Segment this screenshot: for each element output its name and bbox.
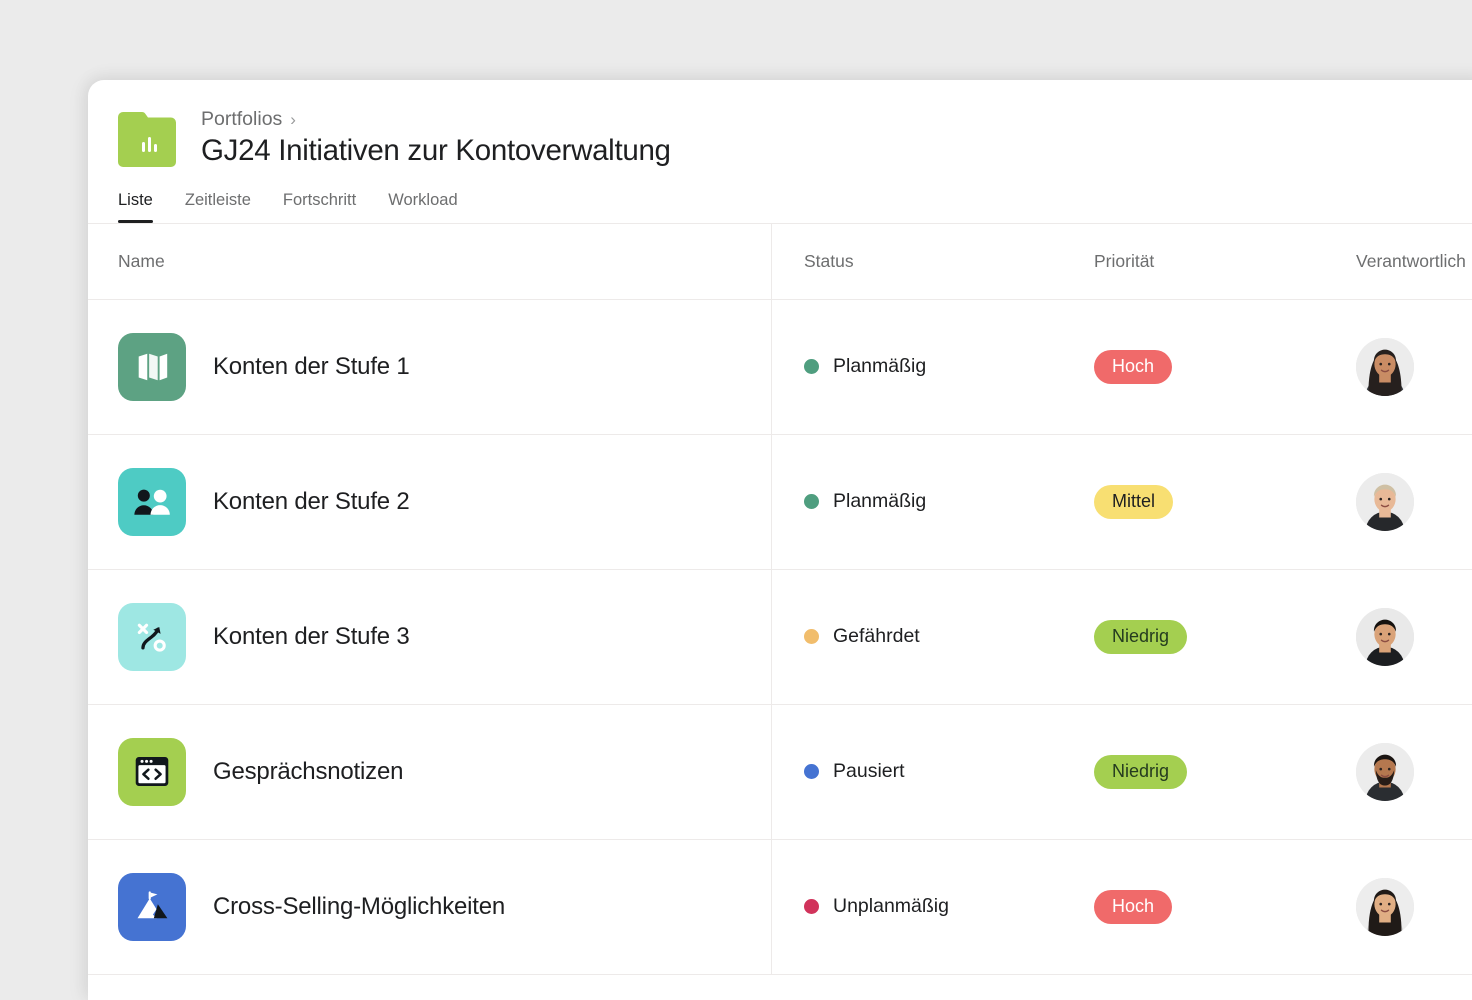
avatar[interactable] bbox=[1356, 878, 1414, 936]
cell-priority[interactable]: Hoch bbox=[1062, 300, 1324, 434]
priority-badge[interactable]: Hoch bbox=[1094, 350, 1172, 384]
status-dot-icon bbox=[804, 764, 819, 779]
column-header-status-cell: Status bbox=[772, 224, 1062, 299]
table-row[interactable]: Cross-Selling-Möglichkeiten Unplanmäßig Ho… bbox=[88, 840, 1472, 975]
column-header-owner[interactable]: Verantwortlich bbox=[1356, 251, 1466, 272]
cell-owner[interactable] bbox=[1324, 705, 1472, 839]
cell-status[interactable]: Planmäßig bbox=[772, 300, 1062, 434]
table-row[interactable]: Konten der Stufe 2 Planmäßig Mittel bbox=[88, 435, 1472, 570]
column-header-priority-cell: Priorität bbox=[1062, 224, 1324, 299]
priority-badge[interactable]: Niedrig bbox=[1094, 755, 1187, 789]
map-board-icon bbox=[118, 333, 186, 401]
status-dot-icon bbox=[804, 629, 819, 644]
view-tabs: Liste Zeitleiste Fortschritt Workload bbox=[118, 191, 1472, 223]
cell-status[interactable]: Pausiert bbox=[772, 705, 1062, 839]
status-label: Pausiert bbox=[833, 760, 905, 783]
portfolio-table: Name Status Priorität Verantwortlich Kon… bbox=[88, 223, 1472, 975]
strategy-playbook-icon bbox=[118, 603, 186, 671]
project-name[interactable]: Cross-Selling-Möglichkeiten bbox=[213, 893, 505, 921]
portfolio-card: Portfolios › GJ24 Initiativen zur Kontov… bbox=[88, 80, 1472, 1000]
cell-owner[interactable] bbox=[1324, 435, 1472, 569]
column-header-name-cell: Name bbox=[88, 224, 772, 299]
table-body: Konten der Stufe 1PlanmäßigHochKonten de… bbox=[88, 300, 1472, 975]
page-header: Portfolios › GJ24 Initiativen zur Kontov… bbox=[88, 80, 1472, 170]
priority-badge[interactable]: Hoch bbox=[1094, 890, 1172, 924]
project-name[interactable]: Konten der Stufe 2 bbox=[213, 488, 410, 516]
cell-name[interactable]: Gesprächsnotizen bbox=[88, 705, 772, 839]
cell-priority[interactable]: Niedrig bbox=[1062, 570, 1324, 704]
goal-mountain-icon bbox=[118, 873, 186, 941]
people-icon bbox=[118, 468, 186, 536]
table-row[interactable]: Konten der Stufe 3 Gefährdet Niedrig bbox=[88, 570, 1472, 705]
cell-name[interactable]: Cross-Selling-Möglichkeiten bbox=[88, 840, 772, 974]
cell-owner[interactable] bbox=[1324, 840, 1472, 974]
folder-chart-icon bbox=[118, 112, 176, 167]
priority-badge[interactable]: Niedrig bbox=[1094, 620, 1187, 654]
avatar[interactable] bbox=[1356, 608, 1414, 666]
project-name[interactable]: Konten der Stufe 1 bbox=[213, 353, 410, 381]
cell-name[interactable]: Konten der Stufe 3 bbox=[88, 570, 772, 704]
tab-liste[interactable]: Liste bbox=[118, 191, 153, 223]
cell-status[interactable]: Gefährdet bbox=[772, 570, 1062, 704]
breadcrumb: Portfolios › bbox=[201, 108, 671, 131]
tab-workload[interactable]: Workload bbox=[388, 191, 457, 223]
tab-fortschritt[interactable]: Fortschritt bbox=[283, 191, 356, 223]
table-row[interactable]: Gesprächsnotizen Pausiert Niedrig bbox=[88, 705, 1472, 840]
status-label: Planmäßig bbox=[833, 490, 926, 513]
chevron-right-icon: › bbox=[290, 110, 296, 130]
code-window-icon bbox=[118, 738, 186, 806]
tab-zeitleiste[interactable]: Zeitleiste bbox=[185, 191, 251, 223]
cell-priority[interactable]: Mittel bbox=[1062, 435, 1324, 569]
status-label: Unplanmäßig bbox=[833, 895, 949, 918]
cell-owner[interactable] bbox=[1324, 300, 1472, 434]
avatar[interactable] bbox=[1356, 338, 1414, 396]
status-label: Gefährdet bbox=[833, 625, 920, 648]
priority-badge[interactable]: Mittel bbox=[1094, 485, 1173, 519]
cell-name[interactable]: Konten der Stufe 1 bbox=[88, 300, 772, 434]
status-dot-icon bbox=[804, 899, 819, 914]
cell-priority[interactable]: Hoch bbox=[1062, 840, 1324, 974]
column-header-status[interactable]: Status bbox=[804, 251, 854, 272]
cell-owner[interactable] bbox=[1324, 570, 1472, 704]
column-header-owner-cell: Verantwortlich bbox=[1324, 224, 1472, 299]
status-dot-icon bbox=[804, 359, 819, 374]
avatar[interactable] bbox=[1356, 743, 1414, 801]
column-header-name[interactable]: Name bbox=[118, 251, 165, 272]
breadcrumb-portfolios-link[interactable]: Portfolios bbox=[201, 108, 282, 131]
cell-status[interactable]: Unplanmäßig bbox=[772, 840, 1062, 974]
project-name[interactable]: Gesprächsnotizen bbox=[213, 758, 403, 786]
cell-name[interactable]: Konten der Stufe 2 bbox=[88, 435, 772, 569]
status-dot-icon bbox=[804, 494, 819, 509]
project-name[interactable]: Konten der Stufe 3 bbox=[213, 623, 410, 651]
avatar[interactable] bbox=[1356, 473, 1414, 531]
page-title: GJ24 Initiativen zur Kontoverwaltung bbox=[201, 133, 671, 170]
cell-status[interactable]: Planmäßig bbox=[772, 435, 1062, 569]
status-label: Planmäßig bbox=[833, 355, 926, 378]
table-row[interactable]: Konten der Stufe 1 Planmäßig Hoch bbox=[88, 300, 1472, 435]
cell-priority[interactable]: Niedrig bbox=[1062, 705, 1324, 839]
table-header-row: Name Status Priorität Verantwortlich bbox=[88, 224, 1472, 300]
column-header-priority[interactable]: Priorität bbox=[1094, 251, 1154, 272]
